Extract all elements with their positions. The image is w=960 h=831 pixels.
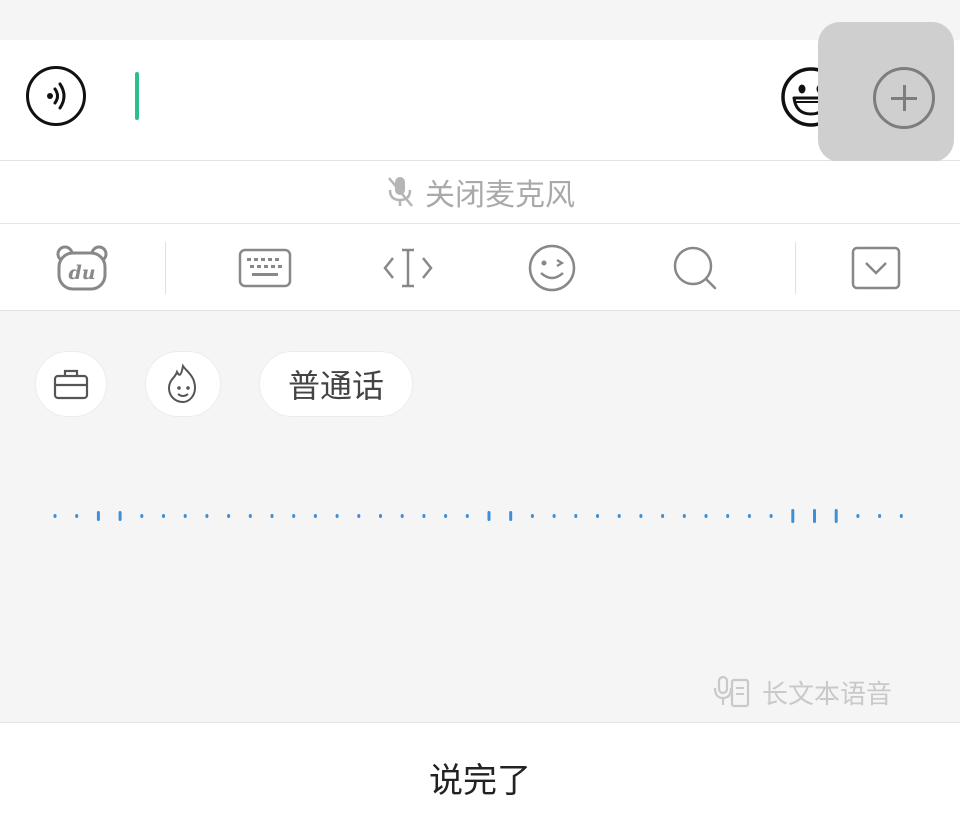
waveform-bar <box>118 511 122 521</box>
language-select[interactable]: 普通话 <box>260 352 412 416</box>
search-button[interactable] <box>667 242 723 294</box>
waveform-bar <box>227 514 231 518</box>
waveform-bar <box>747 514 751 518</box>
waveform-bar <box>270 514 274 518</box>
waveform-bar <box>183 514 187 518</box>
du-logo-icon: du <box>56 245 108 291</box>
waveform-bar <box>75 514 79 518</box>
hot-words-button[interactable] <box>146 352 220 416</box>
cursor-move-button[interactable] <box>380 242 436 294</box>
language-label: 普通话 <box>287 367 384 405</box>
voice-waveform <box>53 509 903 523</box>
waveform-bar <box>574 514 578 518</box>
waveform-bar <box>248 514 252 518</box>
waveform-bar <box>726 514 730 518</box>
keyboard-button[interactable] <box>237 242 293 294</box>
text-cursor <box>135 72 139 120</box>
waveform-bar <box>596 514 599 518</box>
input-bar <box>0 22 960 162</box>
waveform-bar <box>856 514 860 518</box>
waveform-bar <box>422 514 426 518</box>
waveform-bar <box>140 514 144 518</box>
waveform-bar <box>335 514 339 518</box>
briefcase-icon <box>53 369 89 400</box>
keyboard-toolbar: du <box>0 224 960 311</box>
waveform-bar <box>682 514 686 518</box>
waveform-bar <box>769 514 773 518</box>
waveform-bar <box>661 514 665 518</box>
waveform-bar <box>878 514 882 518</box>
emoji-icon <box>528 244 576 292</box>
flame-face-icon <box>167 363 197 404</box>
long-voice-label: 长文本语音 <box>762 679 893 710</box>
done-speaking-label: 说完了 <box>429 760 531 801</box>
collapse-icon <box>851 246 901 290</box>
du-logo-text: du <box>68 262 95 284</box>
toolbar-divider <box>795 242 796 294</box>
add-button[interactable] <box>873 67 935 129</box>
waveform-bar <box>813 509 816 523</box>
du-logo-button[interactable]: du <box>54 242 110 294</box>
waveform-bar <box>552 514 556 518</box>
waveform-bar <box>487 511 491 521</box>
waveform-bar <box>617 514 621 518</box>
waveform-bar <box>509 511 513 521</box>
close-microphone-button[interactable]: 关闭麦克风 <box>0 161 960 224</box>
collapse-keyboard-button[interactable] <box>848 242 904 294</box>
mic-off-icon <box>388 177 413 207</box>
waveform-bar <box>704 514 708 518</box>
waveform-bar <box>205 514 209 518</box>
sound-wave-icon <box>47 82 66 110</box>
waveform-bar <box>162 514 165 518</box>
search-icon <box>673 246 717 290</box>
waveform-bar <box>400 514 404 518</box>
toolbox-button[interactable] <box>36 352 106 416</box>
toolbar-divider <box>165 242 166 294</box>
done-speaking-button[interactable]: 说完了 <box>0 722 960 831</box>
waveform-bar <box>639 514 643 518</box>
emoticon-button[interactable] <box>524 242 580 294</box>
keyboard-icon <box>238 248 292 288</box>
waveform-bar <box>791 509 795 523</box>
message-input[interactable] <box>110 60 760 140</box>
voice-toggle-button[interactable] <box>26 66 86 126</box>
waveform-bar <box>530 514 534 518</box>
waveform-bar <box>53 514 57 518</box>
waveform-bar <box>379 514 382 518</box>
waveform-bar <box>313 514 317 518</box>
waveform-bar <box>444 514 448 518</box>
waveform-bar <box>96 511 100 521</box>
waveform-bar <box>899 514 903 518</box>
long-text-voice-button[interactable]: 长文本语音 <box>712 672 892 712</box>
cursor-move-icon <box>383 248 433 288</box>
waveform-bar <box>357 514 361 518</box>
mic-label: 关闭麦克风 <box>425 178 575 213</box>
waveform-bar <box>292 514 296 518</box>
status-strip <box>0 0 960 40</box>
waveform-bar <box>465 514 469 518</box>
long-voice-icon <box>713 675 750 708</box>
waveform-bar <box>834 509 838 523</box>
